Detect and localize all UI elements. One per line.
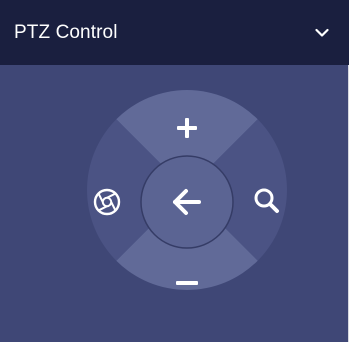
panel-title: PTZ Control — [14, 21, 118, 43]
ptz-direction-pad — [87, 90, 287, 290]
minus-icon — [176, 281, 198, 285]
chevron-down-icon[interactable] — [315, 28, 329, 38]
direction-pad-graphic — [87, 90, 287, 290]
panel-header[interactable]: PTZ Control — [0, 0, 349, 65]
ptz-control-panel: PTZ Control — [0, 0, 349, 342]
